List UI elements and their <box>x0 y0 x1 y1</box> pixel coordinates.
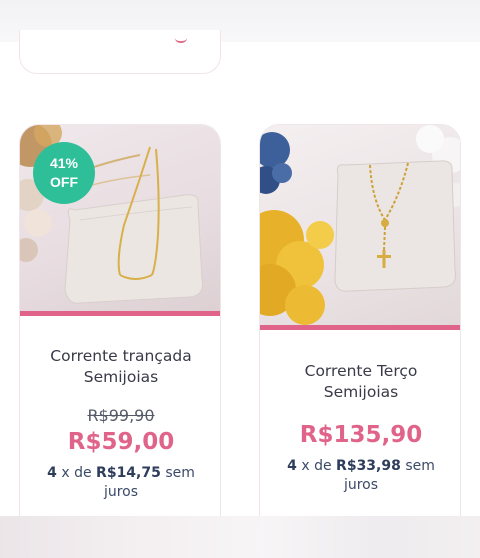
product-name[interactable]: Corrente Terço Semijoias <box>260 361 460 403</box>
discount-badge: 41% OFF <box>33 142 95 204</box>
card-divider <box>20 311 220 316</box>
discount-percent: 41% <box>49 155 79 171</box>
current-price: R$59,00 <box>67 429 175 455</box>
product-card[interactable]: 41% OFF Corrente trançada Semijoias R$99… <box>19 124 221 524</box>
product-name[interactable]: Corrente trançada Semijoias <box>20 346 220 388</box>
old-price: R$99,90 <box>87 406 155 425</box>
gold-chain-necklace-photo[interactable]: 41% OFF <box>20 125 220 312</box>
previous-product-card[interactable] <box>19 30 221 74</box>
discount-off-label: OFF <box>50 174 78 190</box>
bottom-bar-background <box>0 516 480 558</box>
product-card[interactable]: Corrente Terço Semijoias R$135,90 4 x de… <box>259 124 461 524</box>
current-price: R$135,90 <box>299 422 423 448</box>
heart-icon[interactable] <box>175 38 187 43</box>
installment-info: 4 x de R$33,98 sem juros <box>287 458 435 493</box>
card-divider <box>260 325 460 330</box>
rosary-necklace-photo[interactable] <box>260 125 460 325</box>
installment-info: 4 x de R$14,75 sem juros <box>47 465 195 500</box>
